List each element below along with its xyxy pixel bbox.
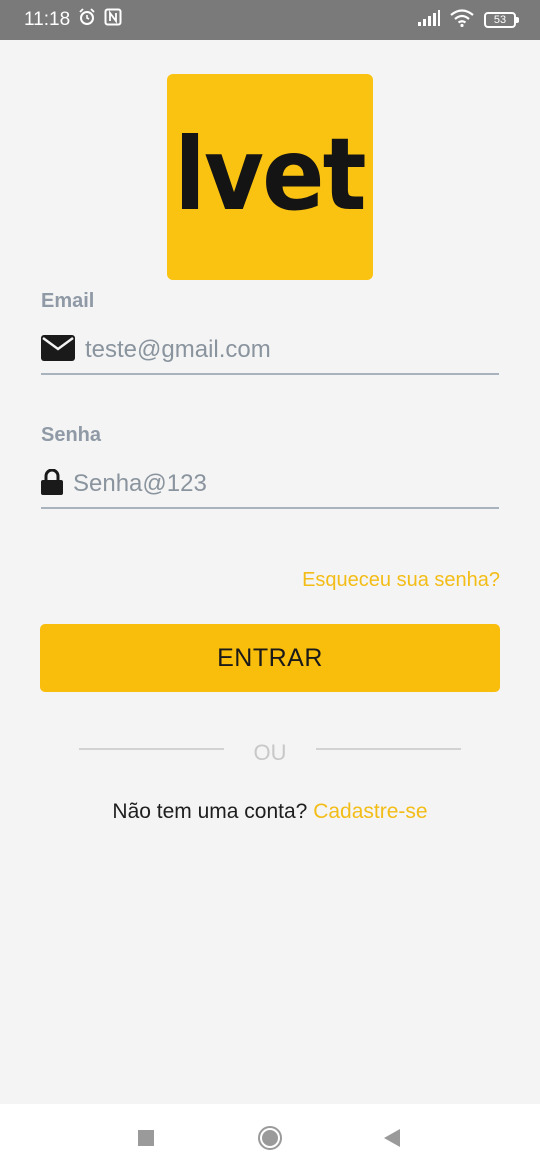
back-icon[interactable]	[384, 1129, 400, 1147]
alarm-icon	[78, 8, 96, 32]
password-input[interactable]	[73, 470, 473, 498]
battery-level: 53	[493, 14, 507, 26]
email-field[interactable]	[41, 327, 499, 375]
envelope-icon	[41, 334, 75, 366]
nfc-icon	[104, 8, 122, 32]
status-left: 11:18	[24, 8, 122, 32]
recents-icon[interactable]	[138, 1130, 154, 1146]
app-logo: lvet	[167, 74, 373, 280]
email-input[interactable]	[85, 336, 485, 364]
home-icon[interactable]	[258, 1126, 282, 1150]
lock-icon	[41, 468, 63, 500]
battery-icon: 53	[484, 12, 519, 28]
signal-icon	[418, 9, 440, 31]
status-bar: 11:18 53	[0, 0, 540, 40]
login-screen: 11:18 53 lvet Email teste@gmail.com Senh…	[0, 0, 540, 1170]
status-time: 11:18	[24, 9, 71, 30]
divider-text: OU	[253, 740, 287, 765]
navigation-bar	[0, 1104, 540, 1170]
password-field[interactable]	[41, 461, 499, 509]
wifi-icon	[450, 8, 474, 32]
forgot-password-link[interactable]: Esqueceu sua senha?	[302, 569, 500, 592]
signup-prompt: Não tem uma conta?	[112, 800, 308, 823]
status-right: 53	[418, 8, 519, 32]
signup-link[interactable]: Cadastre-se	[313, 800, 427, 823]
signup-row: Não tem uma conta? Cadastre-se	[0, 800, 540, 824]
logo-text: lvet	[174, 115, 367, 233]
login-button[interactable]: ENTRAR	[40, 624, 500, 692]
email-label: Email	[41, 290, 95, 312]
password-label: Senha	[41, 424, 102, 446]
